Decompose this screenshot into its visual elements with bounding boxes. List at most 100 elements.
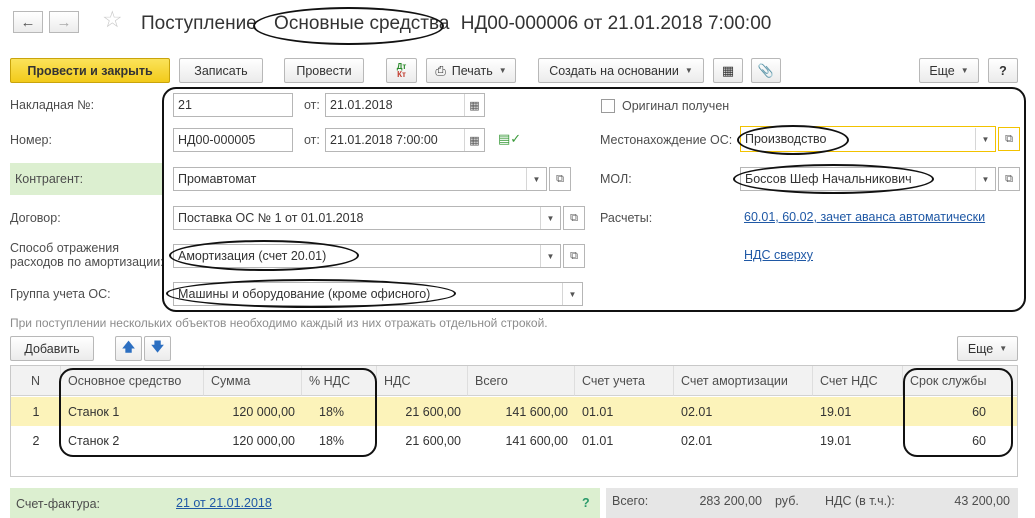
table-row[interactable]: 1 Станок 1 120 000,00 18% 21 600,00 141 …: [11, 397, 1017, 426]
asset-group-label: Группа учета ОС:: [10, 287, 111, 301]
column-header-vat[interactable]: НДС: [377, 366, 468, 396]
back-button[interactable]: ←: [13, 11, 43, 33]
dt-kt-button[interactable]: Дт Кт: [386, 58, 417, 83]
document-date-input[interactable]: 21.01.2018 7:00:00 ▦: [325, 128, 485, 152]
mol-input[interactable]: Боссов Шеф Начальникович ▼: [740, 167, 996, 191]
help-button[interactable]: ?: [988, 58, 1018, 83]
dropdown-arrow-icon[interactable]: ▼: [562, 283, 582, 305]
invoice-number-input[interactable]: 21: [173, 93, 293, 117]
favorite-star-icon[interactable]: ☆: [102, 8, 123, 31]
column-header-total[interactable]: Всего: [468, 366, 575, 396]
invoice-footer-link[interactable]: 21 от 21.01.2018: [176, 496, 272, 510]
column-header-depr-account[interactable]: Счет амортизации: [674, 366, 813, 396]
asset-location-input[interactable]: Производство ▼: [740, 126, 996, 152]
dropdown-arrow-icon[interactable]: ▼: [540, 245, 560, 267]
column-header-sum[interactable]: Сумма: [204, 366, 302, 396]
cell-sum[interactable]: 120 000,00: [204, 426, 302, 455]
dropdown-arrow-icon[interactable]: ▼: [526, 168, 546, 190]
settlements-link[interactable]: 60.01, 60.02, зачет аванса автоматически: [744, 210, 985, 224]
cell-vat-account[interactable]: 19.01: [813, 426, 903, 455]
asset-location-open-button[interactable]: ⧉: [998, 127, 1020, 151]
counterparty-open-button[interactable]: ⧉: [549, 167, 571, 191]
counterparty-input[interactable]: Промавтомат ▼: [173, 167, 547, 191]
table-more-button[interactable]: Еще ▼: [957, 336, 1018, 361]
cell-vat-account[interactable]: 19.01: [813, 397, 903, 426]
save-button[interactable]: Записать: [179, 58, 263, 83]
original-received-checkbox[interactable]: [601, 99, 615, 113]
cell-total[interactable]: 141 600,00: [468, 397, 575, 426]
create-based-on-label: Создать на основании: [549, 63, 679, 78]
open-form-icon: ⧉: [1005, 172, 1013, 185]
cell-account[interactable]: 01.01: [575, 397, 674, 426]
mol-open-button[interactable]: ⧉: [998, 167, 1020, 191]
cell-sum[interactable]: 120 000,00: [204, 397, 302, 426]
asset-group-select[interactable]: Машины и оборудование (кроме офисного) ▼: [173, 282, 583, 306]
settlements-label: Расчеты:: [600, 211, 653, 225]
create-based-on-button[interactable]: Создать на основании ▼: [538, 58, 704, 83]
depreciation-method-input[interactable]: Амортизация (счет 20.01) ▼: [173, 244, 561, 268]
contract-open-button[interactable]: ⧉: [563, 206, 585, 230]
column-header-vat-account[interactable]: Счет НДС: [813, 366, 903, 396]
dropdown-arrow-icon: ▼: [498, 66, 507, 75]
column-header-vat-rate[interactable]: % НДС: [302, 366, 377, 396]
column-header-asset[interactable]: Основное средство: [61, 366, 204, 396]
contract-input[interactable]: Поставка ОС № 1 от 01.01.2018 ▼: [173, 206, 561, 230]
structure-button[interactable]: ▦: [713, 58, 743, 83]
cell-depr-account[interactable]: 02.01: [674, 397, 813, 426]
table-row[interactable]: 2 Станок 2 120 000,00 18% 21 600,00 141 …: [11, 426, 1017, 455]
post-button[interactable]: Провести: [284, 58, 364, 83]
number-input[interactable]: НД00-000005: [173, 128, 293, 152]
dropdown-arrow-icon[interactable]: ▼: [540, 207, 560, 229]
cell-total[interactable]: 141 600,00: [468, 426, 575, 455]
print-button[interactable]: ⎙ Печать ▼: [426, 58, 516, 83]
vat-total-value: 43 200,00: [954, 494, 1010, 508]
total-value: 283 200,00: [699, 494, 762, 508]
dropdown-arrow-icon[interactable]: ▼: [975, 128, 995, 150]
column-header-service-life[interactable]: Срок службы: [903, 366, 1017, 396]
cell-vat-rate[interactable]: 18%: [312, 426, 377, 455]
invoice-help-icon[interactable]: ?: [582, 496, 590, 510]
cell-service-life[interactable]: 60: [903, 397, 993, 426]
attachments-button[interactable]: 📎: [751, 58, 781, 83]
counterparty-value: Промавтомат: [178, 172, 257, 186]
column-header-n[interactable]: N: [11, 366, 61, 396]
cell-account[interactable]: 01.01: [575, 426, 674, 455]
calendar-icon[interactable]: ▦: [464, 129, 484, 151]
forward-button[interactable]: →: [49, 11, 79, 33]
save-label: Записать: [194, 63, 248, 78]
total-currency: руб.: [775, 494, 799, 508]
move-down-button[interactable]: 🡇: [144, 336, 171, 361]
calendar-icon[interactable]: ▦: [464, 94, 484, 116]
document-check-icon[interactable]: ▤✓: [498, 131, 521, 147]
cell-depr-account[interactable]: 02.01: [674, 426, 813, 455]
dropdown-arrow-icon: ▼: [999, 344, 1008, 353]
dropdown-arrow-icon[interactable]: ▼: [975, 168, 995, 190]
more-button[interactable]: Еще ▼: [919, 58, 979, 83]
cell-asset[interactable]: Станок 1: [61, 397, 204, 426]
add-row-button[interactable]: Добавить: [10, 336, 94, 361]
depreciation-open-button[interactable]: ⧉: [563, 244, 585, 268]
invoice-footer-label: Счет-фактура:: [16, 497, 101, 511]
invoice-date-input[interactable]: 21.01.2018 ▦: [325, 93, 485, 117]
post-label: Провести: [296, 63, 352, 78]
column-header-account[interactable]: Счет учета: [575, 366, 674, 396]
mol-value: Боссов Шеф Начальникович: [745, 172, 912, 186]
cell-service-life[interactable]: 60: [903, 426, 993, 455]
vat-on-top-link[interactable]: НДС сверху: [744, 248, 813, 262]
cell-vat[interactable]: 21 600,00: [377, 426, 468, 455]
post-and-close-button[interactable]: Провести и закрыть: [10, 58, 170, 83]
page-title: Поступление Основные средства НД00-00000…: [141, 13, 771, 35]
annotation-box-form: [162, 87, 1026, 312]
contract-value: Поставка ОС № 1 от 01.01.2018: [178, 211, 364, 225]
cell-vat-rate[interactable]: 18%: [312, 397, 377, 426]
print-label: Печать: [451, 63, 493, 78]
cell-n: 2: [32, 433, 40, 448]
cell-asset[interactable]: Станок 2: [61, 426, 204, 455]
depreciation-method-value: Амортизация (счет 20.01): [178, 249, 327, 263]
cell-vat[interactable]: 21 600,00: [377, 397, 468, 426]
dropdown-arrow-icon: ▼: [960, 66, 969, 75]
title-number-date: НД00-000006 от 21.01.2018 7:00:00: [460, 13, 772, 34]
help-label: ?: [999, 63, 1007, 78]
move-up-button[interactable]: 🡅: [115, 336, 142, 361]
arrow-left-icon: ←: [20, 13, 36, 31]
